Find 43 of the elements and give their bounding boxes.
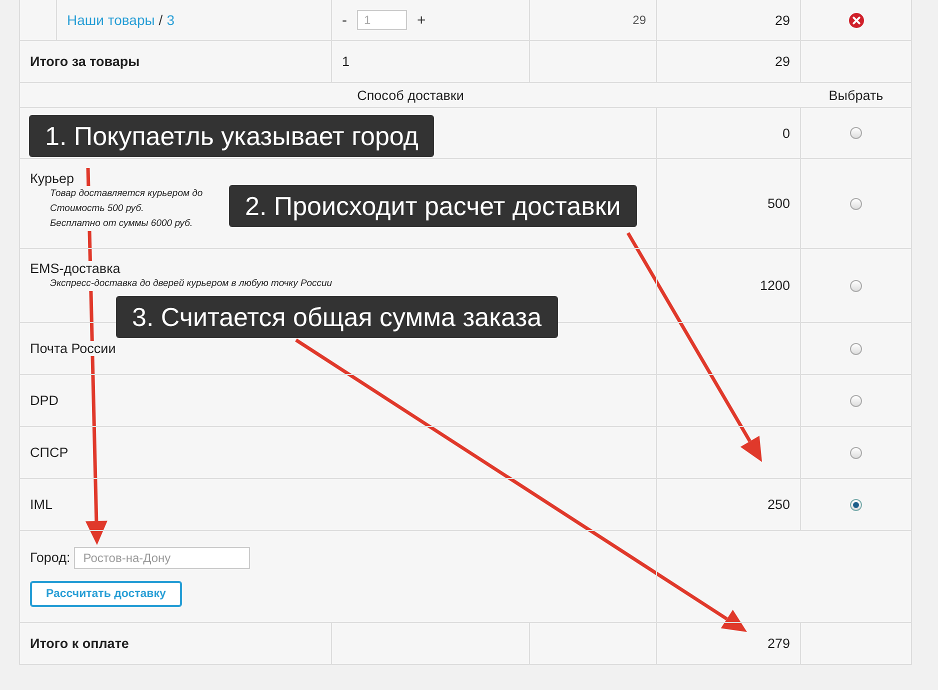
radio-button[interactable] — [850, 198, 862, 210]
delivery-description: Экспресс-доставка до дверей курьером в любую точку России — [50, 276, 332, 291]
delivery-description: Товар доставляется курьером до — [50, 186, 203, 201]
remove-icon[interactable] — [848, 12, 864, 28]
line-total: 29 — [774, 12, 790, 28]
annotation-callout: 3. Считается общая сумма заказа — [116, 296, 558, 338]
delivery-method-name: СПСР — [30, 445, 68, 460]
radio-button[interactable] — [850, 394, 862, 406]
annotation-callout: 2. Происходит расчет доставки — [229, 185, 637, 227]
delivery-price: 0 — [782, 126, 790, 140]
radio-button[interactable] — [850, 342, 862, 354]
choose-header: Выбрать — [828, 88, 884, 102]
calculate-delivery-button[interactable]: Рассчитать доставку — [30, 580, 182, 606]
decrease-button[interactable]: - — [342, 12, 347, 28]
delivery-method-name: Почта России — [30, 341, 116, 356]
delivery-price: 500 — [767, 196, 790, 211]
increase-button[interactable]: + — [417, 12, 426, 28]
total-label: Итого к оплате — [30, 636, 129, 651]
delivery-method-name: Курьер — [30, 171, 74, 186]
subtotal-sum: 29 — [774, 54, 790, 69]
total-sum: 279 — [767, 636, 790, 651]
delivery-price: 1200 — [760, 278, 790, 293]
subtotal-label: Итого за товары — [30, 54, 140, 69]
delivery-price: 250 — [767, 497, 790, 512]
radio-button[interactable] — [850, 446, 862, 458]
unit-price: 29 — [632, 13, 646, 27]
delivery-method-name: IML — [30, 497, 53, 512]
radio-button[interactable] — [850, 498, 862, 510]
delivery-method-name: EMS-доставка — [30, 261, 120, 276]
quantity-field[interactable]: 1 — [357, 10, 407, 30]
link-separator: / — [158, 12, 163, 28]
subtotal-quantity: 1 — [342, 54, 350, 69]
category-link[interactable]: 3 — [166, 12, 174, 28]
delivery-description: Бесплатно от суммы 6000 руб. — [50, 216, 193, 231]
annotation-callout: 1. Покупаетль указывает город — [29, 115, 434, 157]
radio-button[interactable] — [850, 127, 862, 139]
delivery-header: Способ доставки — [357, 88, 464, 102]
delivery-method-name: DPD — [30, 393, 59, 408]
city-label: Город: — [30, 550, 70, 565]
radio-button[interactable] — [850, 280, 862, 292]
city-field[interactable]: Ростов-на-Дону — [74, 546, 250, 568]
product-link[interactable]: Наши товары — [67, 12, 155, 28]
delivery-description: Стоимость 500 руб. — [50, 201, 144, 216]
